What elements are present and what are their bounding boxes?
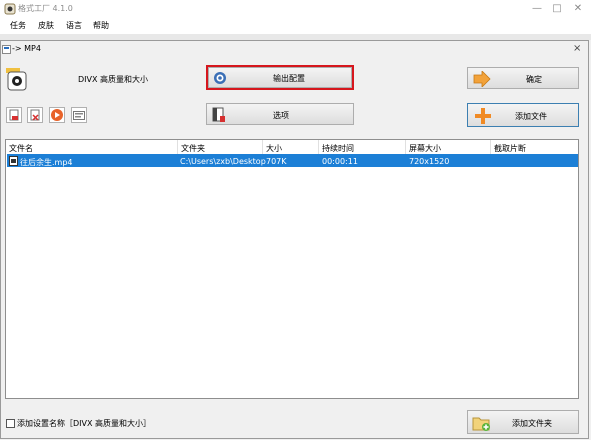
preset-format-icon: [6, 68, 27, 91]
app-logo-icon: [4, 3, 16, 15]
menu-item-language[interactable]: 语言: [66, 20, 82, 31]
add-folder-button[interactable]: 添加文件夹: [467, 410, 579, 434]
options-icon: [212, 107, 225, 122]
remove-icon: [9, 109, 19, 121]
info-icon: [73, 111, 85, 120]
remove-task-button[interactable]: [6, 107, 22, 123]
file-list[interactable]: [5, 139, 579, 399]
add-folder-label: 添加文件夹: [512, 419, 552, 428]
column-divider[interactable]: [318, 140, 319, 154]
plus-icon: [475, 108, 491, 124]
ok-label: 确定: [526, 75, 542, 84]
ok-button[interactable]: 确定: [467, 67, 579, 89]
file-name-cell: 往后余生.mp4: [20, 158, 73, 167]
column-header-folder[interactable]: 文件夹: [181, 143, 205, 154]
output-config-label: 输出配置: [273, 74, 305, 83]
column-header-clip[interactable]: 截取片断: [494, 143, 526, 154]
column-divider[interactable]: [177, 140, 178, 154]
options-label: 选项: [273, 111, 289, 120]
column-divider[interactable]: [490, 140, 491, 154]
preset-name: DIVX 高质量和大小: [78, 75, 149, 84]
table-row[interactable]: [7, 154, 578, 167]
play-button[interactable]: [49, 107, 65, 123]
media-info-button[interactable]: [71, 107, 87, 123]
play-icon: [51, 109, 63, 121]
file-folder-cell: C:\Users\zxb\Desktop: [180, 157, 266, 166]
column-header-filename[interactable]: 文件名: [9, 143, 33, 154]
dialog-title: -> MP4: [12, 44, 41, 53]
menu-item-tasks[interactable]: 任务: [10, 20, 26, 31]
maximize-button[interactable]: □: [546, 0, 568, 18]
dialog-icon: [2, 45, 11, 54]
file-screen-size-cell: 720x1520: [409, 157, 450, 166]
add-setting-name-checkbox[interactable]: [6, 419, 15, 428]
arrow-right-icon: [473, 71, 491, 87]
clear-list-button[interactable]: [27, 107, 43, 123]
main-titlebar: [0, 0, 591, 18]
add-file-button[interactable]: 添加文件: [467, 103, 579, 127]
column-divider[interactable]: [405, 140, 406, 154]
folder-add-icon: [472, 417, 490, 431]
output-config-button[interactable]: 输出配置: [208, 67, 352, 88]
file-icon: [9, 156, 18, 166]
app-title: 格式工厂 4.1.0: [18, 4, 73, 13]
column-header-duration[interactable]: 持续时间: [322, 143, 354, 154]
minimize-button[interactable]: —: [526, 0, 548, 18]
column-header-size[interactable]: 大小: [266, 143, 282, 154]
file-duration-cell: 00:00:11: [322, 157, 358, 166]
add-file-label: 添加文件: [515, 112, 547, 121]
menu-bar: [0, 18, 591, 34]
column-header-screen-size[interactable]: 屏幕大小: [409, 143, 441, 154]
options-button[interactable]: 选项: [206, 103, 354, 125]
file-size-cell: 707K: [266, 157, 287, 166]
add-setting-name-label[interactable]: 添加设置名称［DIVX 高质量和大小］: [17, 418, 151, 429]
menu-item-skin[interactable]: 皮肤: [38, 20, 54, 31]
dialog-close-button[interactable]: ×: [573, 43, 581, 54]
clear-icon: [30, 109, 40, 121]
gear-icon: [214, 72, 226, 84]
column-divider[interactable]: [262, 140, 263, 154]
close-window-button[interactable]: ✕: [567, 0, 589, 18]
menu-item-help[interactable]: 帮助: [93, 20, 109, 31]
